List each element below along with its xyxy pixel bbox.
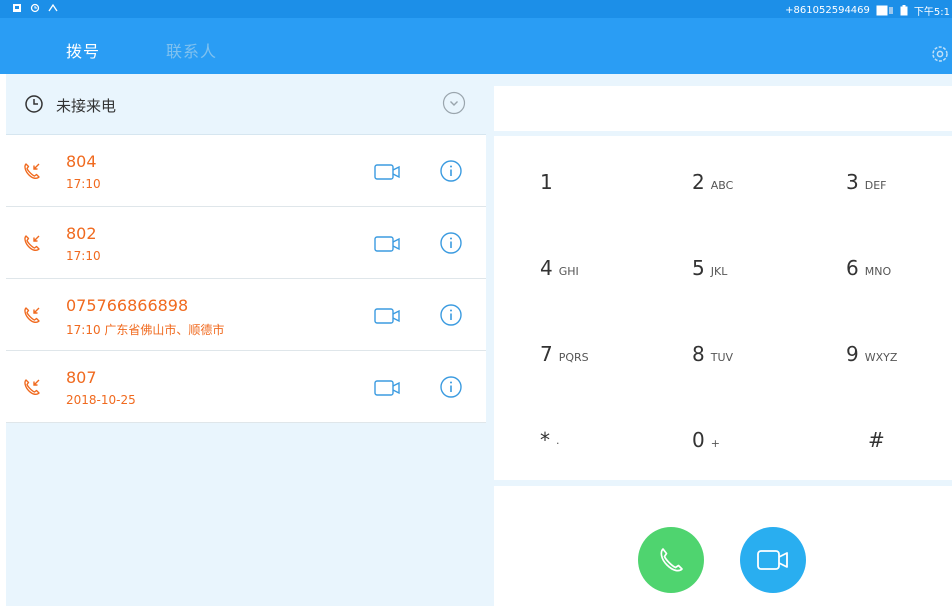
call-log-row[interactable]: 802 17:10 (6, 207, 486, 279)
key-0[interactable]: 0 + (692, 428, 720, 452)
key-letters: · (556, 437, 560, 450)
call-detail: 17:10 (66, 249, 101, 263)
key-letters: DEF (864, 179, 887, 192)
key-digit: 1 (540, 170, 553, 194)
status-icons-left (12, 3, 58, 13)
key-letters: + (710, 437, 720, 450)
missed-call-icon (24, 235, 40, 252)
battery-icon (900, 5, 908, 16)
call-number: 804 (66, 152, 97, 171)
key-letters: JKL (710, 265, 728, 278)
key-star[interactable]: * · (540, 428, 560, 452)
info-icon[interactable] (439, 159, 463, 183)
key-digit: 0 (692, 428, 705, 452)
status-icons-right: +861052594469 下午5:1 (785, 3, 950, 18)
keypad: 1 2 ABC 3 DEF 4 GHI 5 JKL 6 MNO 7 PQRS 8 TUV 9W… (494, 136, 952, 480)
key-letters: WXYZ (864, 351, 898, 364)
key-letters: TUV (710, 351, 734, 364)
info-icon[interactable] (439, 303, 463, 327)
video-call-icon[interactable] (372, 234, 402, 254)
sim-icon (13, 4, 21, 12)
video-call-icon[interactable] (372, 378, 402, 398)
key-3[interactable]: 3 DEF (846, 170, 886, 194)
key-8[interactable]: 8 TUV (692, 342, 733, 366)
key-9[interactable]: 9 WXYZ (846, 342, 897, 366)
phone-icon (660, 548, 683, 572)
app-bar: 拨号 联系人 (0, 18, 952, 74)
call-actions (494, 486, 952, 606)
screen-icon (876, 5, 893, 16)
call-number: 802 (66, 224, 97, 243)
key-letters: GHI (558, 265, 579, 278)
key-6[interactable]: 6 MNO (846, 256, 891, 280)
key-digit: 2 (692, 170, 705, 194)
missed-call-icon (24, 163, 40, 180)
call-log-row[interactable]: 807 2018-10-25 (6, 351, 486, 423)
info-icon[interactable] (439, 375, 463, 399)
key-digit: 8 (692, 342, 705, 366)
key-digit: 3 (846, 170, 859, 194)
key-letters: ABC (710, 179, 734, 192)
status-phone-number: +861052594469 (785, 5, 870, 16)
video-call-icon[interactable] (372, 162, 402, 182)
key-2[interactable]: 2 ABC (692, 170, 733, 194)
call-detail: 17:10 (66, 177, 101, 191)
tab-dial[interactable]: 拨号 (66, 38, 100, 62)
call-detail: 17:10 广东省佛山市、顺德市 (66, 323, 225, 337)
clock-icon (25, 95, 43, 113)
tab-contacts[interactable]: 联系人 (166, 38, 217, 62)
network-icon (48, 3, 58, 12)
status-bar: +861052594469 下午5:1 (0, 0, 952, 18)
dialer-pane: 1 2 ABC 3 DEF 4 GHI 5 JKL 6 MNO 7 PQRS 8 TUV 9W… (486, 74, 952, 606)
key-digit: 6 (846, 256, 859, 280)
status-time: 下午5:1 (913, 7, 950, 18)
key-digit: 4 (540, 256, 553, 280)
video-camera-icon (757, 550, 788, 570)
key-letters: MNO (864, 265, 892, 278)
section-title: 未接来电 (56, 97, 117, 115)
video-call-button[interactable] (740, 527, 806, 593)
key-7[interactable]: 7 PQRS (540, 342, 589, 366)
key-4[interactable]: 4 GHI (540, 256, 579, 280)
call-number: 075766866898 (66, 296, 189, 315)
key-hash[interactable]: # (868, 428, 891, 452)
call-detail: 2018-10-25 (66, 393, 136, 407)
key-1[interactable]: 1 (540, 170, 559, 194)
call-log-header: 未接来电 (6, 74, 486, 135)
key-letters: PQRS (558, 351, 589, 364)
key-digit: 7 (540, 342, 553, 366)
key-digit: 5 (692, 256, 705, 280)
missed-call-icon (24, 379, 40, 396)
key-digit: 9 (846, 342, 859, 366)
video-call-icon[interactable] (372, 306, 402, 326)
call-log-pane: 未接来电 804 17:10 802 17:10 075766866898 17… (6, 74, 486, 606)
settings-icon[interactable] (930, 44, 950, 64)
key-5[interactable]: 5 JKL (692, 256, 727, 280)
call-number: 807 (66, 368, 97, 387)
missed-call-icon (24, 307, 40, 324)
call-log-row[interactable]: 804 17:10 (6, 135, 486, 207)
dial-number-display[interactable] (494, 86, 952, 131)
call-log-row[interactable]: 075766866898 17:10 广东省佛山市、顺德市 (6, 279, 486, 351)
call-list: 804 17:10 802 17:10 075766866898 17:10 广… (6, 135, 486, 423)
key-digit: * (540, 428, 550, 452)
alarm-icon (30, 3, 40, 13)
key-digit: # (868, 428, 885, 452)
chevron-down-icon[interactable] (442, 91, 466, 115)
voice-call-button[interactable] (638, 527, 704, 593)
info-icon[interactable] (439, 231, 463, 255)
